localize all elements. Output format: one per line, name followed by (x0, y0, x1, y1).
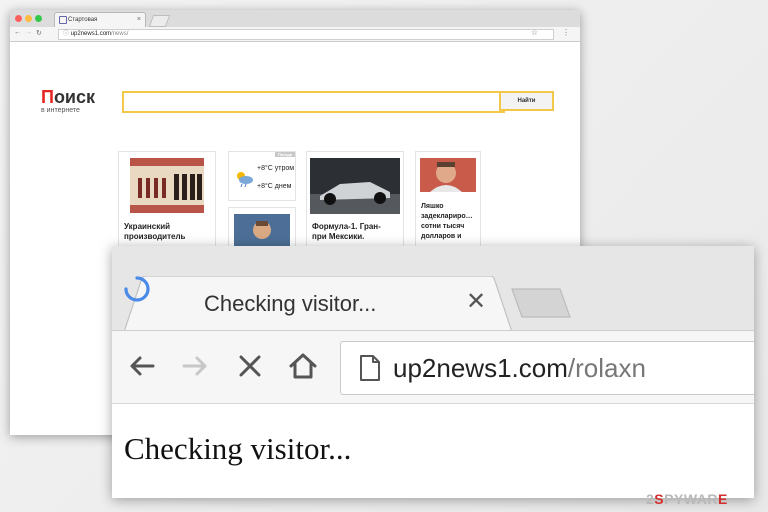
back-arrow-icon[interactable] (125, 349, 159, 383)
menu-icon[interactable]: ⋮ (562, 28, 570, 37)
zoomed-browser-window: Checking visitor... ✕ up2news1.com/rolax… (112, 246, 754, 498)
weather-badge: Погода (275, 152, 295, 157)
weather-icon (237, 172, 253, 188)
star-icon[interactable]: ☆ (531, 28, 538, 37)
caption-line: долларов и (421, 233, 462, 240)
card-caption: Формула-1. Гран- при Мексики. (312, 222, 397, 242)
logo-title: Поиск (41, 88, 95, 106)
card-caption: Ляшко задеклариро… сотни тысяч долларов … (421, 202, 479, 242)
forward-arrow-icon[interactable] (178, 349, 212, 383)
caption-line: Ляшко (421, 203, 444, 210)
watermark-accent: S (654, 491, 665, 507)
address-host: up2news1.com (393, 353, 568, 383)
close-window-button[interactable] (15, 15, 22, 22)
address-bar[interactable]: up2news1.com/rolaxn (340, 341, 754, 395)
document-icon (360, 355, 380, 381)
browser-toolbar: ← → ↻ ⓘ up2news1.com/news/ ☆ ⋮ (10, 27, 580, 42)
tab-title: Стартовая (68, 17, 98, 23)
caption-line: при Мексики. (312, 232, 365, 241)
weather-card[interactable]: Погода +8°С утром +8°С днем (228, 151, 296, 201)
tab-bar: Checking visitor... ✕ (112, 246, 754, 332)
tab-bar: Стартовая × (10, 10, 580, 27)
caption-line: Украинский (124, 222, 171, 231)
spinner-icon (124, 276, 150, 302)
news-card[interactable]: Формула-1. Гран- при Мексики. (306, 151, 404, 248)
card-caption: Украинский производитель (124, 222, 209, 242)
watermark-part: PYWAR (664, 491, 718, 507)
caption-line: производитель (124, 232, 186, 241)
search-button[interactable]: Найти (499, 91, 554, 111)
logo-title-accent: П (41, 87, 54, 107)
temp-morning: +8°С утром (257, 165, 295, 172)
tab-startpage[interactable]: Стартовая × (54, 12, 146, 27)
tab-title: Checking visitor... (204, 291, 377, 316)
temp-day: +8°С днем (257, 183, 292, 190)
close-icon[interactable]: ✕ (466, 289, 486, 315)
reload-icon[interactable]: ↻ (36, 29, 42, 37)
address-path: /news/ (111, 31, 129, 37)
browser-toolbar: up2news1.com/rolaxn (112, 330, 754, 404)
page-content-text: Checking visitor... (124, 431, 352, 466)
page-favicon-icon (59, 16, 67, 24)
new-tab-button[interactable] (148, 15, 171, 27)
new-tab-button[interactable] (510, 288, 572, 318)
logo-title-rest: оиск (53, 87, 96, 107)
search-logo: Поиск в интернете (41, 88, 95, 114)
caption-line: сотни тысяч (421, 223, 465, 230)
maximize-window-button[interactable] (35, 15, 42, 22)
news-card[interactable]: Украинский производитель (118, 151, 216, 248)
card-image (310, 158, 400, 214)
caption-line: задеклариро… (421, 213, 473, 220)
news-card[interactable]: Ляшко задеклариро… сотни тысяч долларов … (415, 151, 481, 248)
address-host: up2news1.com (70, 31, 112, 37)
forward-arrow-icon[interactable]: → (25, 29, 32, 36)
watermark-accent: E (717, 491, 728, 507)
info-icon: ⓘ (63, 31, 71, 37)
card-image (420, 158, 476, 192)
caption-line: Формула-1. Гран- (312, 222, 381, 231)
address-path: /rolaxn (567, 353, 646, 383)
tab-checking-visitor[interactable]: Checking visitor... ✕ (124, 276, 512, 332)
minimize-window-button[interactable] (25, 15, 32, 22)
address-bar[interactable]: ⓘ up2news1.com/news/ (58, 29, 554, 40)
home-icon[interactable] (286, 349, 320, 383)
logo-subtitle: в интернете (41, 107, 80, 114)
watermark-logo: 2SPYWARE (646, 491, 728, 507)
search-input[interactable] (122, 91, 505, 113)
close-icon[interactable]: × (137, 16, 141, 23)
stop-icon[interactable] (233, 349, 267, 383)
card-image (130, 158, 204, 213)
back-arrow-icon[interactable]: ← (14, 29, 21, 36)
address-url: up2news1.com/rolaxn (393, 353, 646, 383)
